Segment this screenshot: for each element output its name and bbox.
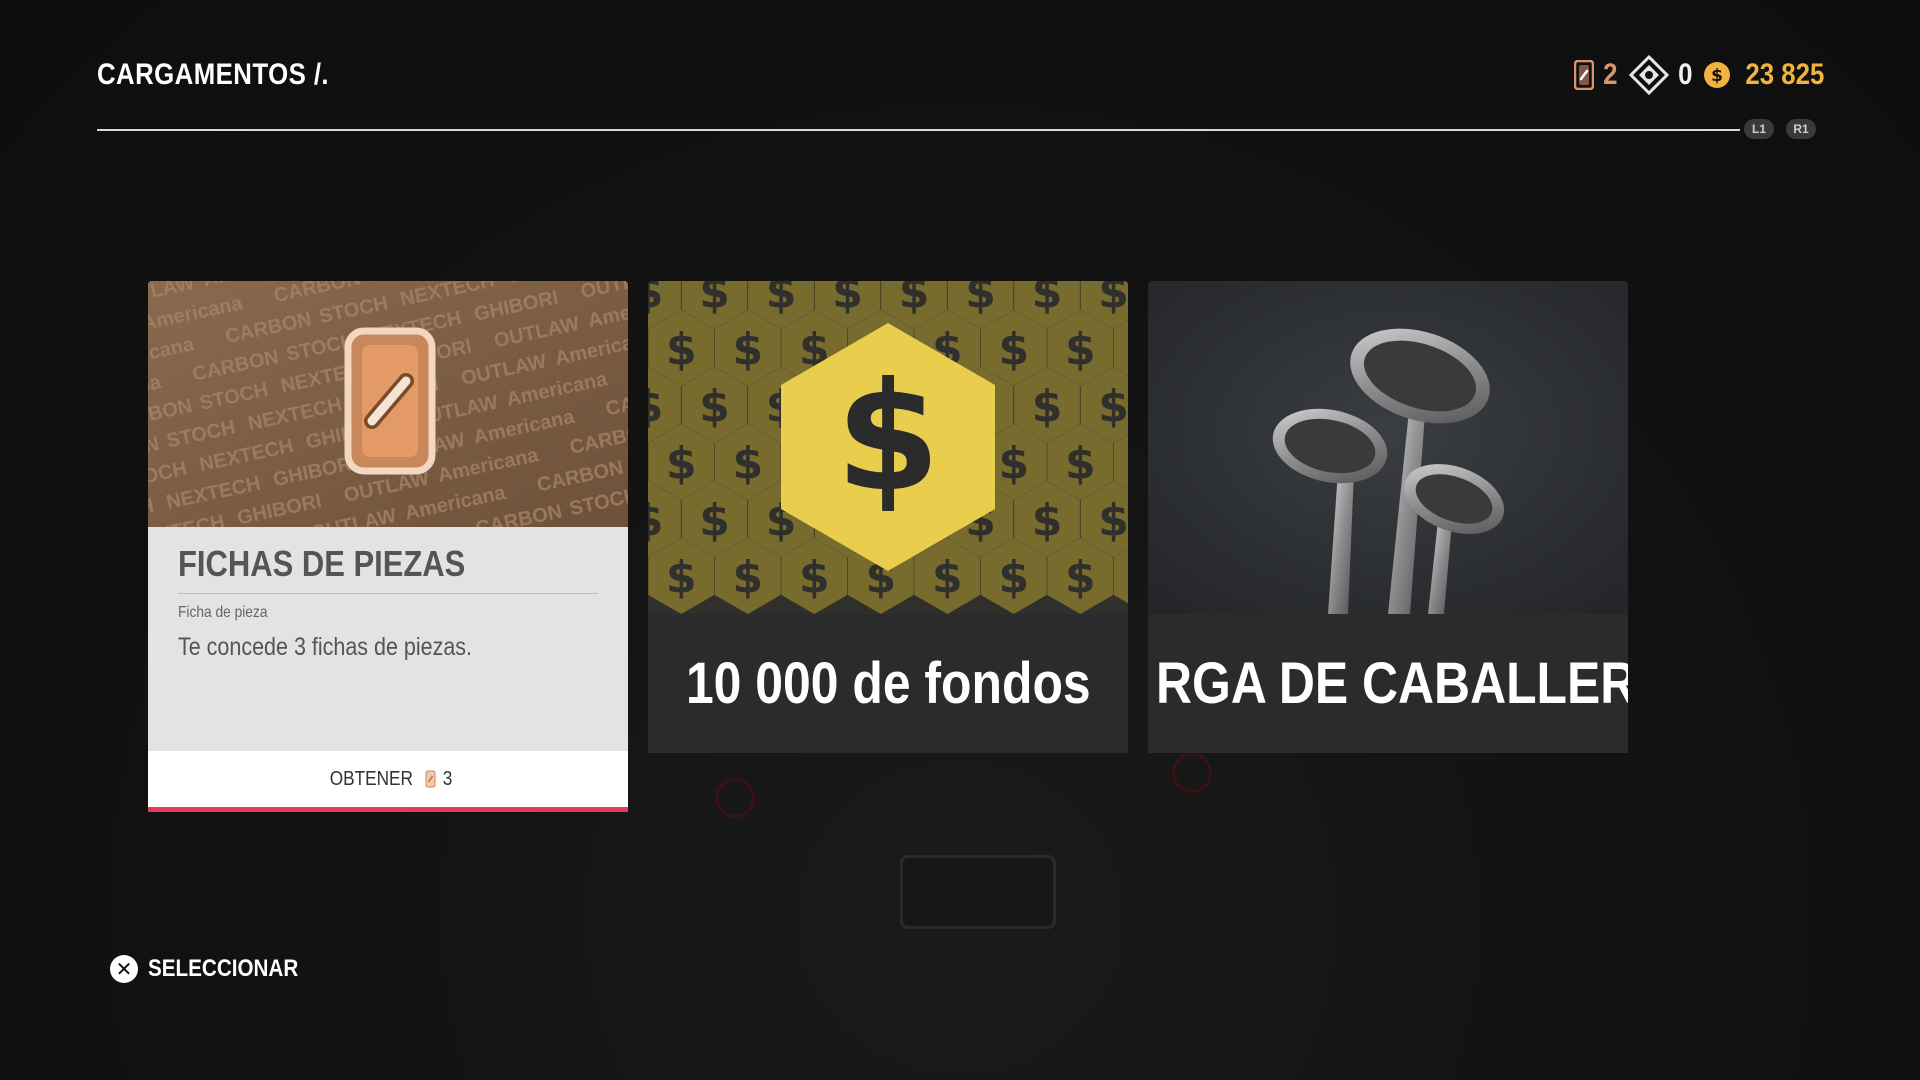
hex-dollar: $: [699, 381, 730, 432]
page-title: CARGAMENTOS /.: [97, 58, 330, 91]
hex-dollar: $: [732, 552, 763, 603]
hex-dollar: $: [932, 552, 963, 603]
obtain-button[interactable]: OBTENER 3: [148, 751, 628, 807]
hex-dollar: $: [699, 281, 730, 318]
hex-dollar: $: [799, 552, 830, 603]
hex-dollar: $: [899, 281, 930, 318]
currency-bar: 2 0 $ 23 825: [1573, 55, 1831, 95]
svg-text:$: $: [836, 351, 940, 525]
hex-dollar: $: [648, 381, 663, 432]
hex-dollar: $: [1065, 438, 1096, 489]
hex-dollar: $: [666, 438, 697, 489]
card-description: Te concede 3 fichas de piezas.: [178, 633, 473, 661]
horn-card-image: [1148, 281, 1628, 614]
obtain-cost: 3: [443, 767, 453, 790]
svg-text:$: $: [1711, 66, 1723, 86]
hex-dollar: $: [699, 495, 730, 546]
hex-dollar: $: [965, 281, 996, 318]
background-license-plate: [900, 855, 1056, 929]
hex-dollar: $: [648, 281, 663, 318]
hex-dollar: $: [732, 438, 763, 489]
card-subtitle: Ficha de pieza: [178, 604, 268, 621]
hex-dollar: $: [666, 552, 697, 603]
loot-card-funds[interactable]: $$$$$$$$$$$$$$$$$$$$$$$$$$$$$$$$$$$$$$$$…: [648, 281, 1128, 753]
hex-dollar: $: [1098, 495, 1128, 546]
card-caption: RGA DE CABALLERÍA: [1148, 614, 1628, 753]
r1-shoulder-button[interactable]: R1: [1786, 119, 1816, 139]
part-token-icon: [425, 770, 436, 788]
hex-dollar: $: [832, 281, 863, 318]
part-tokens-counter: 2: [1573, 58, 1619, 92]
funds-coin-icon: $: [1704, 62, 1731, 88]
select-hint: ✕ SELECCIONAR: [110, 955, 323, 983]
hex-dollar: $: [1098, 281, 1128, 318]
card-title: FICHAS DE PIEZAS: [178, 543, 466, 584]
hex-dollar: $: [1065, 552, 1096, 603]
loot-card-horn[interactable]: RGA DE CABALLERÍA: [1148, 281, 1628, 753]
hex-dollar: $: [998, 438, 1029, 489]
hex-dollar: $: [1098, 381, 1128, 432]
funds-card-image: $$$$$$$$$$$$$$$$$$$$$$$$$$$$$$$$$$$$$$$$…: [648, 281, 1128, 614]
hex-dollar: $: [998, 324, 1029, 375]
background-tail-light: [715, 778, 755, 818]
funds-value: 23 825: [1745, 58, 1825, 91]
hex-dollar: $: [648, 495, 663, 546]
part-tokens-value: 2: [1603, 58, 1618, 91]
hex-dollar: $: [998, 552, 1029, 603]
hex-dollar: $: [732, 324, 763, 375]
background-tail-light: [1172, 753, 1212, 793]
hex-dollar: $: [1065, 324, 1096, 375]
card-divider: [178, 593, 598, 594]
part-token-large-icon: [344, 327, 436, 475]
hex-dollar: $: [766, 281, 797, 318]
hex-dollar: $: [1032, 281, 1063, 318]
funds-caption-text: 10 000 de fondos: [685, 651, 1091, 716]
card-caption: 10 000 de fondos: [648, 614, 1128, 753]
part-token-icon: [1573, 60, 1594, 90]
header-divider: [97, 129, 1740, 131]
l1-shoulder-button[interactable]: L1: [1744, 119, 1774, 139]
hex-dollar: $: [1032, 495, 1063, 546]
obtain-label: OBTENER: [329, 767, 413, 790]
tokens-value: 0: [1677, 58, 1693, 91]
select-label: SELECCIONAR: [148, 955, 299, 982]
loot-card-part-tokens[interactable]: GHIBORIOUTLAWAmericanaCARBONSTOCHNEXTECH…: [148, 281, 628, 812]
diamond-token-icon: [1628, 55, 1669, 95]
part-tokens-card-image: GHIBORIOUTLAWAmericanaCARBONSTOCHNEXTECH…: [148, 281, 628, 527]
horn-caption-text: RGA DE CABALLERÍA: [1156, 651, 1628, 716]
cross-button-icon: ✕: [110, 955, 138, 983]
hex-dollar: $: [666, 324, 697, 375]
selection-accent-bar: [148, 807, 628, 812]
hex-dollar: $: [1032, 381, 1063, 432]
tokens-counter: 0: [1628, 55, 1694, 95]
funds-counter: $ 23 825: [1703, 58, 1831, 92]
